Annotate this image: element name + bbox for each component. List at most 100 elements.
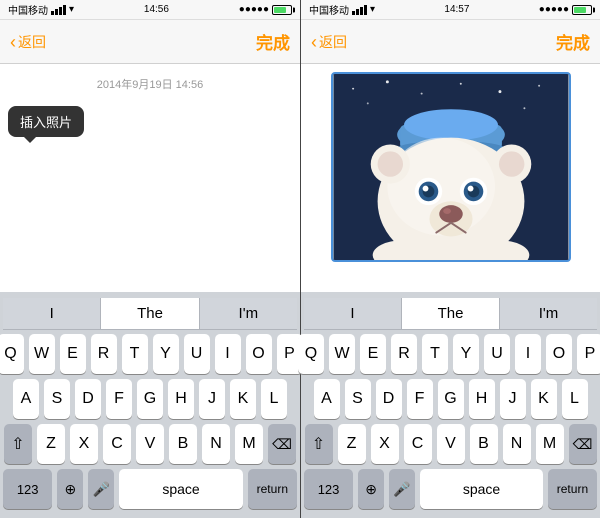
key-J-right[interactable]: J [500,379,526,419]
numbers-key-left[interactable]: 123 [3,469,52,509]
key-Y-left[interactable]: Y [153,334,179,374]
shift-key-right[interactable]: ⇧ [305,424,333,464]
status-right-right: ●●●●● [539,4,592,15]
key-B-right[interactable]: B [470,424,498,464]
globe-key-left[interactable]: ⊕ [57,469,83,509]
bear-image [331,72,571,262]
key-I-right[interactable]: I [515,334,541,374]
key-E-right[interactable]: E [360,334,386,374]
key-J-left[interactable]: J [199,379,225,419]
status-left: 中国移动 ▾ [8,2,74,17]
key-E-left[interactable]: E [60,334,86,374]
back-label-left: 返回 [18,32,46,52]
carrier-left: 中国移动 [8,2,48,17]
key-T-left[interactable]: T [122,334,148,374]
key-Y-right[interactable]: Y [453,334,479,374]
date-label-left: 2014年9月19日 14:56 [8,76,292,92]
key-I-left[interactable]: I [215,334,241,374]
key-W-right[interactable]: W [329,334,355,374]
key-row-2-left: A S D F G H J K L [3,379,297,419]
key-D-left[interactable]: D [75,379,101,419]
key-X-right[interactable]: X [371,424,399,464]
key-M-left[interactable]: M [235,424,263,464]
back-button-left[interactable]: ‹ 返回 [10,32,46,52]
space-key-right[interactable]: space [420,469,543,509]
status-left-right: 中国移动 ▾ [309,2,375,17]
key-D-right[interactable]: D [376,379,402,419]
key-H-right[interactable]: H [469,379,495,419]
key-O-left[interactable]: O [246,334,272,374]
key-A-right[interactable]: A [314,379,340,419]
key-G-left[interactable]: G [137,379,163,419]
suggestion-I-right[interactable]: I [304,298,402,329]
key-row-3-right: ⇧ Z X C V B N M ⌫ [304,424,597,464]
key-F-right[interactable]: F [407,379,433,419]
nav-bar-right: ‹ 返回 完成 [301,20,600,64]
key-row-2-right: A S D F G H J K L [304,379,597,419]
suggestion-The-right[interactable]: The [402,298,500,329]
key-W-left[interactable]: W [29,334,55,374]
key-N-left[interactable]: N [202,424,230,464]
suggestion-Im-right[interactable]: I'm [500,298,597,329]
key-M-right[interactable]: M [536,424,564,464]
key-R-right[interactable]: R [391,334,417,374]
key-Q-left[interactable]: Q [0,334,24,374]
suggestion-The-left[interactable]: The [101,298,199,329]
key-S-left[interactable]: S [44,379,70,419]
left-screen: 中国移动 ▾ 14:56 ●●●●● ‹ 返回 完成 插入照片 [0,0,300,518]
space-key-left[interactable]: space [119,469,242,509]
key-L-left[interactable]: L [261,379,287,419]
nav-title-right[interactable]: 完成 [556,29,590,54]
mic-key-left[interactable]: 🎤 [88,469,114,509]
tooltip-text: 插入照片 [20,115,72,130]
key-Z-left[interactable]: Z [37,424,65,464]
key-row-1-right: Q W E R T Y U I O P [304,334,597,374]
return-key-right[interactable]: return [548,469,597,509]
key-H-left[interactable]: H [168,379,194,419]
delete-key-right[interactable]: ⌫ [569,424,597,464]
key-C-right[interactable]: C [404,424,432,464]
key-O-right[interactable]: O [546,334,572,374]
key-G-right[interactable]: G [438,379,464,419]
key-U-left[interactable]: U [184,334,210,374]
signal-icon-right: ●●●●● [239,4,269,15]
suggestion-I-left[interactable]: I [3,298,101,329]
chevron-left-icon-right: ‹ [311,33,317,51]
globe-key-right[interactable]: ⊕ [358,469,384,509]
key-P-right[interactable]: P [577,334,600,374]
key-V-left[interactable]: V [136,424,164,464]
key-U-right[interactable]: U [484,334,510,374]
shift-key-left[interactable]: ⇧ [4,424,32,464]
status-bar-left: 中国移动 ▾ 14:56 ●●●●● [0,0,300,20]
insert-photo-tooltip[interactable]: 插入照片 [8,106,84,137]
key-F-left[interactable]: F [106,379,132,419]
nav-title-left[interactable]: 完成 [256,29,290,54]
numbers-key-right[interactable]: 123 [304,469,353,509]
carrier-right: 中国移动 [309,2,349,17]
return-key-left[interactable]: return [248,469,297,509]
key-X-left[interactable]: X [70,424,98,464]
key-C-left[interactable]: C [103,424,131,464]
key-V-right[interactable]: V [437,424,465,464]
signal-icon [51,5,66,15]
key-Q-right[interactable]: Q [298,334,324,374]
key-K-left[interactable]: K [230,379,256,419]
suggestions-row-right: I The I'm [304,298,597,330]
key-Z-right[interactable]: Z [338,424,366,464]
delete-key-left[interactable]: ⌫ [268,424,296,464]
mic-key-right[interactable]: 🎤 [389,469,415,509]
key-S-right[interactable]: S [345,379,371,419]
key-L-right[interactable]: L [562,379,588,419]
key-R-left[interactable]: R [91,334,117,374]
key-A-left[interactable]: A [13,379,39,419]
key-K-right[interactable]: K [531,379,557,419]
key-row-3-left: ⇧ Z X C V B N M ⌫ [3,424,297,464]
back-button-right[interactable]: ‹ 返回 [311,32,347,52]
key-T-right[interactable]: T [422,334,448,374]
key-N-right[interactable]: N [503,424,531,464]
content-area-left: 插入照片 2014年9月19日 14:56 [0,64,300,292]
content-area-right [301,64,600,292]
suggestion-Im-left[interactable]: I'm [200,298,297,329]
key-B-left[interactable]: B [169,424,197,464]
key-row-4-right: 123 ⊕ 🎤 space return [304,469,597,509]
